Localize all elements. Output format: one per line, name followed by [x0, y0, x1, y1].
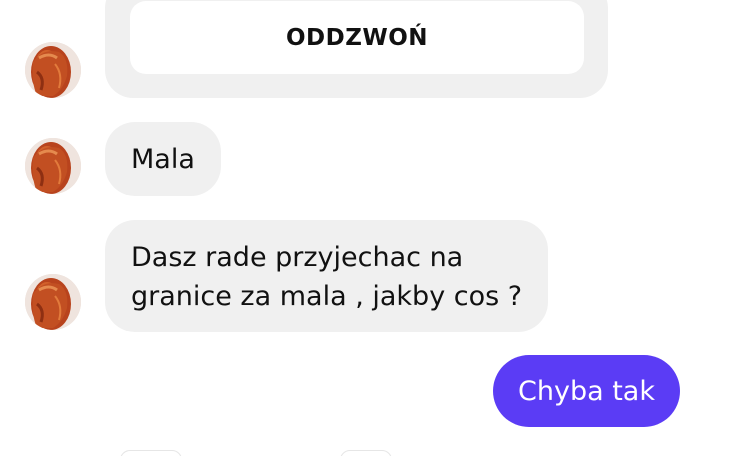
contact-avatar[interactable] — [25, 274, 81, 330]
incoming-message[interactable]: Dasz rade przyjechac na granice za mala … — [105, 220, 549, 332]
message-text: Chyba tak — [518, 376, 655, 407]
message-text-line: granice za mala , jakby cos ? — [131, 281, 523, 312]
avatar-photo-icon — [25, 274, 81, 330]
contact-avatar[interactable] — [25, 42, 81, 98]
avatar-photo-icon — [25, 138, 81, 194]
message-text: Mala — [131, 144, 195, 175]
missed-call-card: ODDZWOŃ — [105, 0, 608, 98]
contact-avatar[interactable] — [25, 138, 81, 194]
chat-screen: ODDZWOŃ Mala Dasz rade przyjechac na gra… — [0, 0, 730, 456]
avatar-photo-icon — [25, 42, 81, 98]
outgoing-message[interactable]: Chyba tak — [493, 355, 680, 427]
message-text-line: Dasz rade przyjechac na — [131, 242, 464, 273]
partial-reaction-chip[interactable] — [120, 450, 182, 456]
incoming-message[interactable]: Mala — [105, 122, 221, 196]
call-back-button[interactable]: ODDZWOŃ — [130, 1, 584, 74]
partial-reaction-chip[interactable] — [340, 450, 392, 456]
